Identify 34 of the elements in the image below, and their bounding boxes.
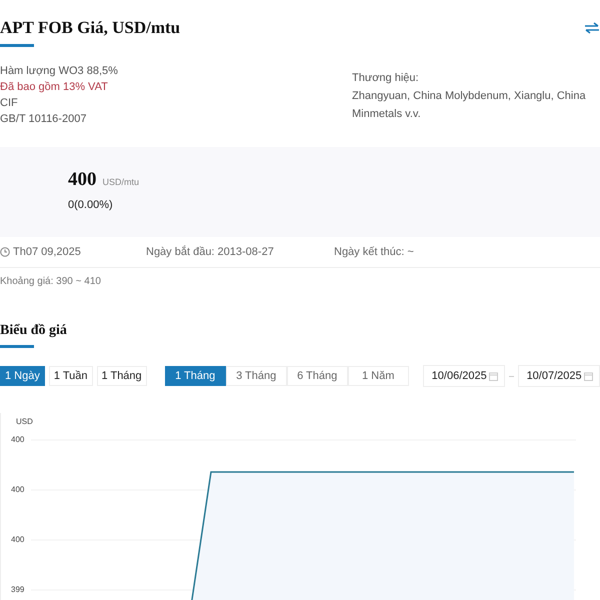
brand-label: Thương hiệu: [352,71,420,86]
end-date: Ngày kết thúc: ~ [334,246,415,258]
clock-icon [0,247,10,257]
calendar-icon [584,372,594,380]
period-tab[interactable]: 1 Tháng [164,366,226,386]
axis-unit: USD [16,417,33,426]
page-title: APT FOB Giá, USD/mtu [0,18,180,38]
swap-icon[interactable] [584,22,600,34]
chart-title: Biểu đồ giá [0,323,68,339]
spec-text: CIF [0,96,19,111]
range-value: 390 ~ 410 [56,276,101,287]
range-label: Khoảng giá: [0,276,54,287]
spec-text: GB/T 10116-2007 [0,112,88,127]
brand-list: Zhangyuan, China Molybdenum, Xianglu, China Minmetals v.v. [352,87,600,123]
date-to-field[interactable]: 10/07/2025 [518,365,600,387]
price-value: 400 [68,169,96,190]
update-date: Th07 09,2025 [13,246,81,258]
start-date: Ngày bắt đầu: 2013-08-27 [146,246,275,258]
period-tab[interactable]: 1 Năm [348,366,409,386]
price-unit: USD/mtu [102,177,140,187]
price-change: 0(0.00%) [68,199,114,211]
date-from-field[interactable]: 10/06/2025 [422,365,506,387]
interval-tab[interactable]: 1 Tuần [48,366,92,386]
y-tick-label: 400 [11,485,24,494]
spec-text: Hàm lượng WO3 88,5% [0,64,119,79]
interval-tab[interactable]: 1 Tháng [96,366,147,386]
interval-tab[interactable]: 1 Ngày [0,366,45,386]
period-tab[interactable]: 6 Tháng [286,366,348,386]
spec-text: Đã bao gồm 13% VAT [0,80,109,95]
y-tick-label: 399 [11,585,24,594]
period-tab[interactable]: 3 Tháng [226,366,287,386]
y-tick-label: 400 [11,535,24,544]
calendar-icon [489,372,498,380]
y-tick-label: 400 [11,435,24,444]
